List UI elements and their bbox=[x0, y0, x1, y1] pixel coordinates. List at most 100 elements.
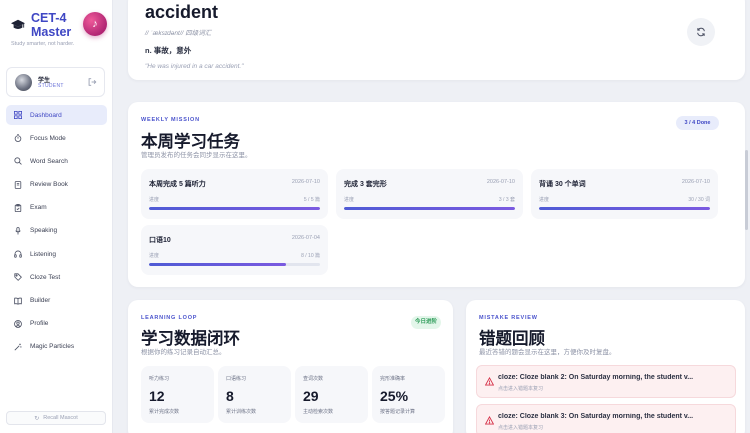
music-note-icon: ♪ bbox=[92, 18, 98, 30]
task-progress-fill bbox=[149, 263, 286, 266]
task-count: 8 / 10 篇 bbox=[301, 253, 320, 259]
sidebar-item-speaking[interactable]: Speaking bbox=[6, 221, 107, 241]
recall-mascot-label: Recall Mascot bbox=[43, 415, 78, 421]
stat-label: 查词次数 bbox=[303, 376, 324, 382]
loop-eyebrow: LEARNING LOOP bbox=[141, 315, 198, 321]
task-card[interactable]: 口语10 2026-07-04 进度 8 / 10 篇 bbox=[141, 225, 328, 275]
task-date: 2026-07-10 bbox=[681, 179, 710, 185]
warning-icon bbox=[485, 377, 494, 386]
weekly-mission-card: WEEKLY MISSION 本周学习任务 管理员发布的任务会同步显示在这里。 … bbox=[128, 102, 745, 287]
refresh-icon bbox=[697, 27, 705, 37]
music-note-button[interactable]: ♪ bbox=[83, 12, 107, 36]
task-progress-bar bbox=[539, 207, 710, 210]
stat-value: 8 bbox=[226, 388, 234, 404]
task-count: 3 / 3 套 bbox=[498, 197, 515, 203]
sidebar-item-label: Exam bbox=[30, 204, 47, 212]
stat-label: 听力练习 bbox=[149, 376, 170, 382]
app-title: CET-4 Master bbox=[31, 11, 72, 39]
learning-loop-card: LEARNING LOOP 学习数据闭环 根据你的练习记录自动汇总。 今日进阶 … bbox=[128, 300, 453, 433]
avatar[interactable] bbox=[15, 74, 32, 91]
sidebar-item-exam[interactable]: Exam bbox=[6, 198, 107, 218]
task-count: 30 / 30 词 bbox=[688, 197, 710, 203]
task-progress-bar bbox=[149, 263, 320, 266]
magic-wand-icon bbox=[14, 343, 22, 351]
book-icon bbox=[14, 180, 22, 189]
mistake-subtext: 点击进入错题本复习 bbox=[498, 386, 544, 392]
sidebar-item-label: Builder bbox=[30, 297, 51, 304]
page-scrollbar[interactable] bbox=[745, 150, 748, 230]
task-card[interactable]: 背诵 30 个单词 2026-07-10 进度 30 / 30 词 bbox=[531, 169, 718, 219]
stat-note: 累计完成次数 bbox=[149, 409, 180, 415]
mistake-subtitle: 最近答错的题会显示在这里，方便你及时复盘。 bbox=[479, 349, 616, 356]
sidebar-item-label: Cloze Test bbox=[30, 273, 61, 281]
sidebar-item-label: Magic Particles bbox=[30, 343, 75, 351]
microphone-icon bbox=[15, 227, 21, 235]
sidebar-item-label: Profile bbox=[30, 320, 49, 328]
sidebar-item-cloze-test[interactable]: Cloze Test bbox=[6, 267, 107, 287]
mistake-title-text: cloze: Cloze blank 2: On Saturday mornin… bbox=[498, 374, 694, 381]
sidebar-item-dashboard[interactable]: Dashboard bbox=[6, 105, 107, 125]
task-progress-label: 进度 bbox=[344, 197, 355, 203]
mistake-subtext: 点击进入错题本复习 bbox=[498, 425, 544, 431]
user-role: STUDENT bbox=[38, 83, 64, 89]
search-icon bbox=[14, 157, 22, 166]
task-card[interactable]: 完成 3 套完形 2026-07-10 进度 3 / 3 套 bbox=[336, 169, 523, 219]
refresh-icon: ↻ bbox=[34, 415, 40, 422]
mistake-item[interactable]: cloze: Cloze blank 2: On Saturday mornin… bbox=[476, 365, 736, 398]
stat-note: 按答题记录计算 bbox=[380, 409, 416, 415]
task-date: 2026-07-04 bbox=[291, 235, 320, 241]
task-progress-label: 进度 bbox=[539, 197, 550, 203]
stat-value: 29 bbox=[303, 388, 319, 404]
sidebar-item-word-search[interactable]: Word Search bbox=[6, 151, 107, 171]
stat-label: 口语练习 bbox=[226, 376, 247, 382]
task-progress-fill bbox=[344, 207, 515, 210]
task-name: 口语10 bbox=[149, 237, 171, 244]
task-progress-bar bbox=[149, 207, 320, 210]
task-progress-fill bbox=[539, 207, 710, 210]
sidebar-item-focus-mode[interactable]: Focus Mode bbox=[6, 128, 107, 148]
main-content: accident // ˈæksɪdənt// 四级词汇 n. 事故，意外 "H… bbox=[113, 0, 750, 433]
headphones-icon bbox=[14, 250, 22, 258]
mistake-title-text: cloze: Cloze blank 3: On Saturday mornin… bbox=[498, 413, 694, 420]
mission-subtitle: 管理员发布的任务会同步显示在这里。 bbox=[141, 152, 252, 159]
sidebar-item-builder[interactable]: Builder bbox=[6, 291, 107, 311]
mistake-eyebrow: MISTAKE REVIEW bbox=[479, 315, 538, 321]
refresh-word-button[interactable] bbox=[687, 18, 715, 46]
sidebar-item-magic-particles[interactable]: Magic Particles bbox=[6, 337, 107, 357]
word-of-the-day-card: accident // ˈæksɪdənt// 四级词汇 n. 事故，意外 "H… bbox=[128, 0, 745, 80]
open-book-icon bbox=[14, 297, 22, 305]
sidebar-item-label: Dashboard bbox=[30, 111, 62, 119]
mistake-item[interactable]: cloze: Cloze blank 3: On Saturday mornin… bbox=[476, 404, 736, 433]
logout-icon[interactable] bbox=[87, 77, 97, 87]
sidebar-nav: Dashboard Focus Mode Word Search Review … bbox=[6, 105, 107, 360]
stat-value: 12 bbox=[149, 388, 165, 404]
stat-note: 主动检索次数 bbox=[303, 409, 334, 415]
word-meaning: n. 事故，意外 bbox=[145, 46, 192, 55]
mission-done-badge: 3 / 4 Done bbox=[676, 116, 719, 130]
task-count: 5 / 5 篇 bbox=[303, 197, 320, 203]
clipboard-icon bbox=[14, 203, 22, 212]
task-card[interactable]: 本周完成 5 篇听力 2026-07-10 进度 5 / 5 篇 bbox=[141, 169, 328, 219]
stat-card: 完形准确率 25% 按答题记录计算 bbox=[372, 366, 445, 423]
stat-card: 口语练习 8 累计训练次数 bbox=[218, 366, 291, 423]
word-title: accident bbox=[145, 2, 219, 22]
stat-label: 完形准确率 bbox=[380, 376, 406, 382]
recall-mascot-button[interactable]: ↻ Recall Mascot bbox=[6, 411, 106, 425]
task-date: 2026-07-10 bbox=[486, 179, 515, 185]
task-name: 本周完成 5 篇听力 bbox=[149, 181, 206, 188]
sidebar-item-label: Speaking bbox=[30, 227, 58, 235]
sidebar-item-review-book[interactable]: Review Book bbox=[6, 175, 107, 195]
graduation-cap-icon bbox=[11, 19, 25, 29]
stopwatch-icon bbox=[14, 134, 22, 143]
stat-value: 25% bbox=[380, 388, 409, 404]
sidebar: CET-4 Master Study smarter, not harder. … bbox=[0, 0, 113, 433]
user-card: 学生 STUDENT bbox=[6, 67, 105, 97]
word-example: "He was injured in a car accident." bbox=[145, 63, 244, 70]
sidebar-item-profile[interactable]: Profile bbox=[6, 314, 107, 334]
task-date: 2026-07-10 bbox=[291, 179, 320, 185]
sidebar-item-listening[interactable]: Listening bbox=[6, 244, 107, 264]
stat-card: 查词次数 29 主动检索次数 bbox=[295, 366, 368, 423]
today-badge: 今日进阶 bbox=[411, 316, 441, 329]
task-progress-label: 进度 bbox=[149, 197, 160, 203]
stat-note: 累计训练次数 bbox=[226, 409, 257, 415]
